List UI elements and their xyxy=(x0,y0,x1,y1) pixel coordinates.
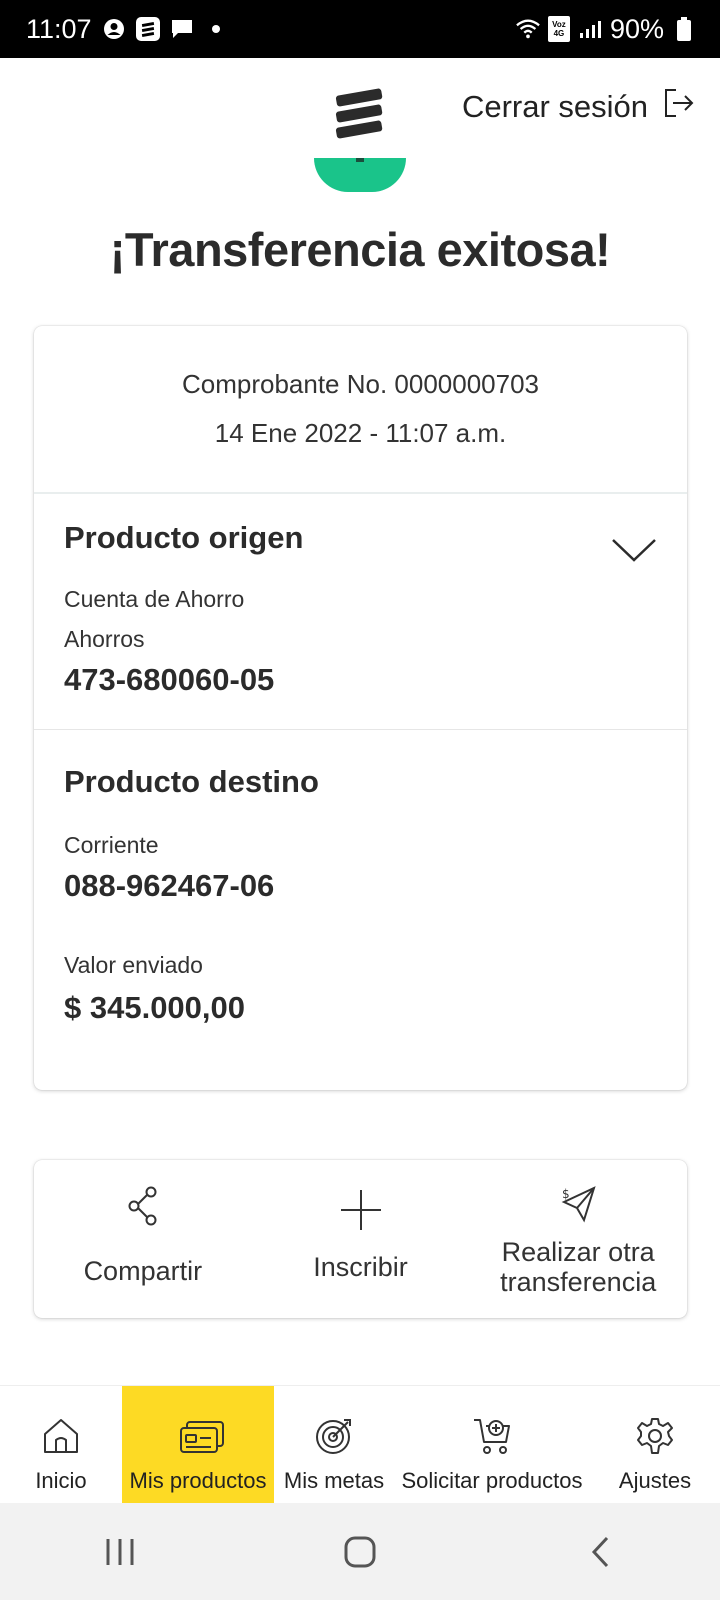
wifi-icon xyxy=(516,17,540,41)
logout-button[interactable]: Cerrar sesión xyxy=(462,88,694,126)
nav-item-mis-productos[interactable]: Mis productos xyxy=(122,1386,274,1504)
battery-percent: 90% xyxy=(609,13,664,44)
signal-icon xyxy=(578,17,602,41)
battery-icon xyxy=(672,17,696,41)
screen: 11:07 Voz 4G 90% Cerrar sesión ¡Transfer… xyxy=(0,0,720,1600)
app-header: Cerrar sesión xyxy=(0,58,720,158)
receipt-card: Comprobante No. 0000000703 14 Ene 2022 -… xyxy=(34,326,687,1090)
destination-title: Producto destino xyxy=(64,764,319,799)
send-money-icon: $ xyxy=(558,1184,598,1229)
origin-title: Producto origen xyxy=(64,520,304,555)
origin-account-type: Cuenta de Ahorro xyxy=(64,586,245,612)
nav-label-solicitar-productos: Solicitar productos xyxy=(401,1468,583,1493)
cards-icon xyxy=(178,1416,224,1456)
new-transfer-button[interactable]: $ Realizar otra transferencia xyxy=(469,1160,687,1318)
back-button[interactable] xyxy=(570,1522,630,1582)
gear-icon xyxy=(635,1416,675,1456)
amount-value: $ 345.000,00 xyxy=(64,990,246,1025)
receipt-actions: Compartir Inscribir $ Realizar otra tran… xyxy=(34,1160,687,1318)
bank-logo xyxy=(332,88,388,140)
message-icon xyxy=(170,17,194,41)
status-left: 11:07 xyxy=(26,14,228,45)
logout-icon xyxy=(664,88,694,126)
transfer-datetime: 14 Ene 2022 - 11:07 a.m. xyxy=(214,418,507,448)
new-transfer-label-line2: transferencia xyxy=(500,1267,657,1297)
system-navigation-bar xyxy=(0,1503,720,1600)
destination-account-number: 088-962467-06 xyxy=(64,868,275,903)
chevron-down-icon[interactable] xyxy=(611,536,657,564)
destination-product-section: Producto destino Corriente 088-962467-06… xyxy=(34,730,687,1088)
nav-label-inicio: Inicio xyxy=(35,1468,87,1493)
home-button[interactable] xyxy=(330,1522,390,1582)
nav-label-mis-metas: Mis metas xyxy=(283,1468,385,1493)
nav-item-ajustes[interactable]: Ajustes xyxy=(590,1386,720,1504)
status-bar: 11:07 Voz 4G 90% xyxy=(0,0,720,58)
target-icon xyxy=(314,1416,354,1456)
cart-plus-icon xyxy=(472,1416,512,1456)
nav-label-ajustes: Ajustes xyxy=(618,1468,692,1493)
account-icon xyxy=(102,17,126,41)
logout-label: Cerrar sesión xyxy=(461,89,648,124)
share-label: Compartir xyxy=(83,1256,203,1286)
status-right: Voz 4G 90% xyxy=(516,14,696,45)
enroll-label: Inscribir xyxy=(313,1252,408,1282)
plus-icon xyxy=(339,1188,383,1237)
origin-account-subtype: Ahorros xyxy=(64,626,145,652)
destination-account-type: Corriente xyxy=(64,832,159,858)
share-button[interactable]: Compartir xyxy=(34,1160,252,1318)
origin-product-section[interactable]: Producto origen Cuenta de Ahorro Ahorros… xyxy=(34,494,687,730)
bank-app-notification-icon xyxy=(135,17,160,41)
status-time: 11:07 xyxy=(26,13,92,44)
home-icon xyxy=(41,1416,81,1456)
share-icon xyxy=(127,1186,159,1231)
voucher-number: Comprobante No. 0000000703 xyxy=(181,369,540,399)
nav-item-solicitar-productos[interactable]: Solicitar productos xyxy=(394,1386,590,1504)
page-title: ¡Transferencia exitosa! xyxy=(109,223,611,276)
dot-icon xyxy=(204,17,228,41)
receipt-header: Comprobante No. 0000000703 14 Ene 2022 -… xyxy=(34,326,687,494)
nav-item-inicio[interactable]: Inicio xyxy=(0,1386,122,1504)
amount-label: Valor enviado xyxy=(64,952,203,978)
enroll-button[interactable]: Inscribir xyxy=(252,1160,470,1318)
nav-label-mis-productos: Mis productos xyxy=(129,1468,267,1493)
new-transfer-label-line1: Realizar otra xyxy=(501,1237,655,1267)
nav-item-mis-metas[interactable]: Mis metas xyxy=(274,1386,394,1504)
svg-text:$: $ xyxy=(562,1187,570,1201)
bottom-navigation: Inicio Mis productos Mis metas Solicitar… xyxy=(0,1385,720,1504)
origin-account-number: 473-680060-05 xyxy=(64,662,275,697)
success-badge xyxy=(314,158,406,192)
recent-apps-button[interactable] xyxy=(90,1522,150,1582)
volte-icon: Voz 4G xyxy=(547,16,570,42)
